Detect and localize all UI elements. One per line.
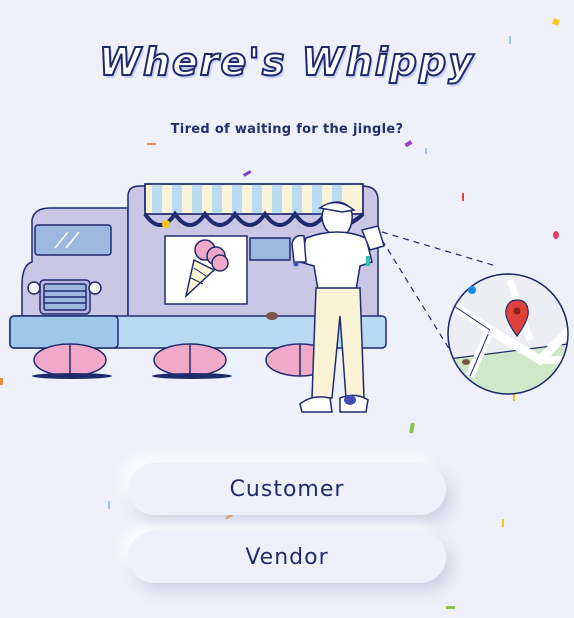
hero-illustration [9,183,569,413]
tagline: Tired of waiting for the jingle? [170,122,404,137]
app-title: Where's Whippy [98,39,475,85]
vendor-button[interactable]: Vendor [128,531,446,583]
map-location-icon [381,231,569,395]
customer-button[interactable]: Customer [128,463,446,515]
